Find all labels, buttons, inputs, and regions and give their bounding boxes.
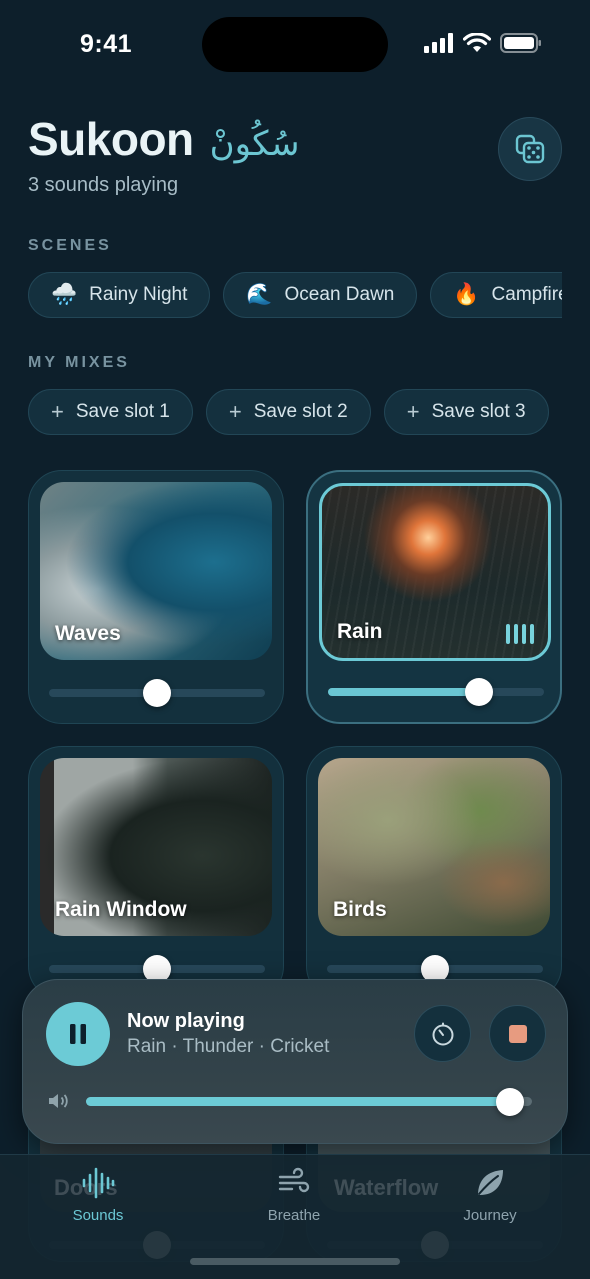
- now-playing-title: Now playing: [127, 1010, 245, 1032]
- dynamic-island: [202, 17, 388, 72]
- app-title: Sukoon: [28, 113, 194, 165]
- pause-button[interactable]: [46, 1002, 110, 1066]
- sound-card-rain-window[interactable]: Rain Window: [28, 746, 284, 1000]
- save-slot-2-button[interactable]: + Save slot 2: [205, 389, 371, 435]
- fire-icon: 🔥: [453, 283, 480, 306]
- status-icons: [424, 33, 542, 53]
- tab-label: Sounds: [72, 1207, 124, 1224]
- tab-label: Journey: [463, 1207, 517, 1224]
- rain-image: Rain: [319, 483, 551, 661]
- dice-icon: [515, 134, 545, 164]
- sound-name: Rain Window: [55, 898, 187, 921]
- scene-chip-rainy-night[interactable]: 🌧️ Rainy Night: [28, 272, 211, 318]
- volume-slider[interactable]: [49, 679, 265, 707]
- status-time: 9:41: [80, 30, 133, 58]
- tab-label: Breathe: [267, 1207, 321, 1224]
- save-slot-1-button[interactable]: + Save slot 1: [28, 389, 193, 435]
- volume-slider[interactable]: [328, 678, 544, 706]
- timer-icon: [432, 1022, 453, 1045]
- sound-name: Birds: [333, 898, 387, 921]
- playing-equalizer-icon: [506, 624, 534, 644]
- scenes-heading: SCENES: [28, 237, 112, 254]
- tab-journey[interactable]: Journey: [430, 1165, 550, 1224]
- sound-card-birds[interactable]: Birds: [306, 746, 562, 1000]
- rain-cloud-icon: 🌧️: [51, 283, 78, 306]
- header: Sukoon سُکُونْ 3 sounds playing: [28, 112, 299, 197]
- tab-sounds[interactable]: Sounds: [38, 1165, 158, 1224]
- now-playing-panel: Now playing Rain · Thunder · Cricket: [22, 979, 568, 1144]
- scene-label: Rainy Night: [89, 284, 188, 305]
- volume-fill: [49, 689, 157, 697]
- master-volume-slider[interactable]: [86, 1088, 532, 1116]
- volume-slider[interactable]: [327, 955, 543, 983]
- birds-image: Birds: [318, 758, 550, 936]
- volume-fill: [328, 688, 480, 696]
- scene-chip-ocean-dawn[interactable]: 🌊 Ocean Dawn: [223, 272, 418, 318]
- rain-window-image: Rain Window: [40, 758, 272, 936]
- volume-slider[interactable]: [49, 955, 265, 983]
- playing-count: 3 sounds playing: [28, 174, 179, 196]
- battery-icon: [500, 33, 541, 53]
- stop-button[interactable]: [489, 1005, 546, 1062]
- wind-icon: [278, 1167, 310, 1193]
- shuffle-dice-button[interactable]: [498, 117, 562, 181]
- waves-image: Waves: [40, 482, 272, 660]
- plus-icon: +: [51, 399, 64, 424]
- sound-card-rain[interactable]: Rain: [306, 470, 562, 724]
- plus-icon: +: [228, 399, 242, 424]
- scene-label: Ocean Dawn: [284, 284, 395, 305]
- wave-icon: 🌊: [246, 283, 273, 306]
- master-volume-fill: [86, 1097, 510, 1106]
- pause-icon: [70, 1024, 86, 1044]
- sound-name: Waves: [55, 622, 121, 645]
- now-playing-tracks: Rain · Thunder · Cricket: [127, 1036, 330, 1057]
- slot-label: Save slot 1: [75, 401, 170, 422]
- leaf-icon: [478, 1170, 503, 1195]
- scenes-row[interactable]: 🌧️ Rainy Night 🌊 Ocean Dawn 🔥 Campfire: [28, 272, 562, 320]
- mixes-row[interactable]: + Save slot 1 + Save slot 2 + Save slot …: [28, 389, 562, 437]
- signal-icon: [424, 33, 453, 53]
- sound-name: Rain: [337, 620, 383, 643]
- stop-icon: [508, 1024, 527, 1043]
- volume-fill: [327, 965, 435, 973]
- wifi-icon: [463, 33, 491, 52]
- slot-label: Save slot 3: [431, 401, 526, 422]
- speaker-icon: [49, 1094, 68, 1108]
- waveform-icon: [82, 1167, 115, 1199]
- slot-label: Save slot 2: [253, 401, 348, 422]
- volume-fill: [49, 965, 157, 973]
- volume-knob[interactable]: [465, 678, 494, 706]
- scene-chip-campfire[interactable]: 🔥 Campfire: [430, 272, 562, 318]
- volume-knob[interactable]: [143, 679, 171, 707]
- app-title-urdu: سُکُونْ: [209, 124, 300, 164]
- status-bar: 9:41: [0, 0, 590, 90]
- home-indicator: [190, 1258, 400, 1265]
- mixes-heading: MY MIXES: [28, 354, 130, 371]
- plus-icon: +: [406, 399, 420, 424]
- master-volume-knob[interactable]: [495, 1088, 524, 1116]
- tab-breathe[interactable]: Breathe: [234, 1165, 354, 1224]
- save-slot-3-button[interactable]: + Save slot 3: [383, 389, 549, 435]
- sound-card-waves[interactable]: Waves: [28, 470, 284, 724]
- sleep-timer-button[interactable]: [414, 1005, 471, 1062]
- scene-label: Campfire: [491, 284, 562, 305]
